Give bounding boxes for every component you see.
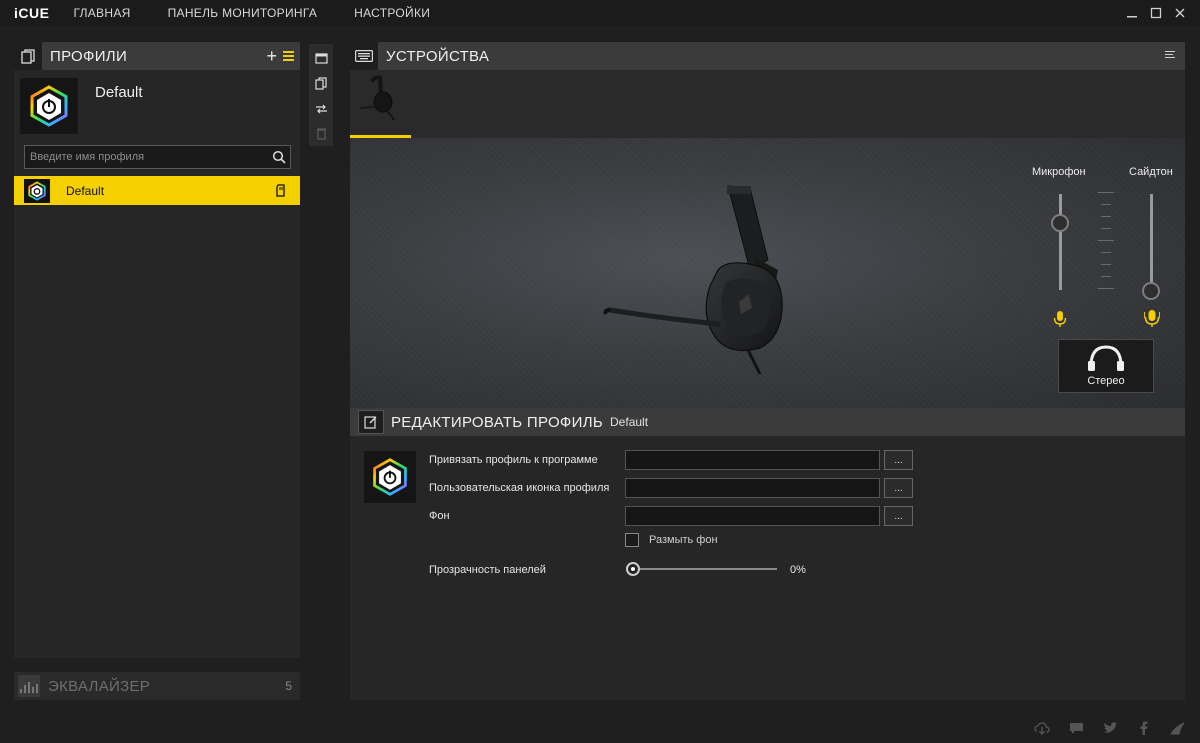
custom-icon-input[interactable] [625, 478, 880, 498]
blur-background-checkbox[interactable] [625, 533, 639, 547]
profile-tools [309, 44, 333, 146]
panel-opacity-track[interactable] [632, 568, 777, 570]
profiles-header: ПРОФИЛИ + [14, 42, 300, 70]
equalizer-icon [18, 675, 40, 697]
profiles-menu-icon[interactable] [283, 51, 294, 61]
devices-menu-icon[interactable] [1165, 51, 1175, 58]
corsair-icon[interactable] [1170, 720, 1186, 736]
devices-header: УСТРОЙСТВА [350, 42, 1185, 70]
edit-profile-body: Привязать профиль к программе ... Пользо… [350, 436, 1185, 700]
top-bar: iCUE ГЛАВНАЯ ПАНЕЛЬ МОНИТОРИНГА НАСТРОЙК… [0, 0, 1200, 26]
sidetone-microphone-icon[interactable] [1144, 308, 1160, 328]
panel-opacity-knob[interactable] [626, 562, 640, 576]
panel-opacity-label: Прозрачность панелей [429, 564, 546, 576]
background-label: Фон [429, 510, 450, 522]
profiles-panel: ПРОФИЛИ + Default Введите имя профиля De… [14, 42, 300, 658]
profile-search [24, 145, 291, 169]
current-profile-card: Default [20, 78, 300, 134]
profiles-actions: + [266, 42, 294, 70]
sidetone-slider-track[interactable] [1150, 194, 1153, 290]
new-window-icon[interactable] [313, 50, 329, 66]
device-tabs [350, 70, 1185, 138]
search-icon[interactable] [268, 146, 290, 168]
sidetone-slider-knob[interactable] [1142, 282, 1160, 300]
nav-dashboard[interactable]: ПАНЕЛЬ МОНИТОРИНГА [168, 6, 318, 20]
nav-settings[interactable]: НАСТРОЙКИ [354, 6, 430, 20]
profile-logo-icon [20, 78, 78, 134]
headset-thumbnail-icon [359, 75, 395, 121]
bind-program-input[interactable] [625, 450, 880, 470]
add-profile-button[interactable]: + [266, 46, 277, 67]
maximize-icon[interactable] [1144, 1, 1168, 25]
nav-home[interactable]: ГЛАВНАЯ [73, 6, 130, 20]
profiles-icon [14, 42, 42, 70]
bind-program-label: Привязать профиль к программе [429, 454, 598, 466]
mic-slider-track[interactable] [1059, 194, 1062, 290]
stereo-button[interactable]: Стерео [1058, 339, 1154, 393]
background-input[interactable] [625, 506, 880, 526]
chat-icon[interactable] [1068, 720, 1084, 736]
stereo-label: Стерео [1087, 375, 1125, 387]
panel-opacity-value: 0% [790, 564, 806, 576]
import-export-icon[interactable] [313, 100, 329, 116]
top-nav: ГЛАВНАЯ ПАНЕЛЬ МОНИТОРИНГА НАСТРОЙКИ [73, 6, 467, 20]
edit-profile-title: РЕДАКТИРОВАТЬ ПРОФИЛЬ [391, 413, 604, 431]
app-logo: iCUE [14, 5, 50, 21]
custom-icon-label: Пользовательская иконка профиля [429, 482, 610, 494]
devices-panel: УСТРОЙСТВА Микрофон Сайдтон Стерео РЕДАК… [350, 42, 1185, 700]
profile-icon-preview[interactable] [364, 451, 416, 503]
profile-search-input[interactable] [25, 151, 268, 163]
minimize-icon[interactable] [1120, 1, 1144, 25]
twitter-icon[interactable] [1102, 720, 1118, 736]
edit-profile-name: Default [610, 415, 649, 429]
profile-mini-logo-icon [24, 178, 50, 203]
headset-image [603, 185, 783, 375]
profile-list-item[interactable]: Default [14, 176, 300, 205]
copy-icon[interactable] [313, 75, 329, 91]
background-browse-button[interactable]: ... [884, 506, 913, 526]
equalizer-bar[interactable]: ЭКВАЛАЙЗЕР 5 [14, 672, 300, 700]
mic-slider-knob[interactable] [1051, 214, 1069, 232]
slider-ticks [1098, 192, 1114, 292]
profiles-title: ПРОФИЛИ [50, 47, 128, 65]
facebook-icon[interactable] [1136, 720, 1152, 736]
mic-label: Микрофон [1032, 166, 1086, 178]
bind-program-browse-button[interactable]: ... [884, 450, 913, 470]
equalizer-count: 5 [285, 679, 292, 693]
profile-list-item-label: Default [66, 183, 105, 198]
window-controls [1120, 0, 1192, 26]
profile-name: Default [95, 84, 143, 101]
custom-icon-browse-button[interactable]: ... [884, 478, 913, 498]
device-stage: Микрофон Сайдтон Стерео [350, 138, 1185, 408]
device-tab-headset[interactable] [350, 70, 411, 138]
close-icon[interactable] [1168, 1, 1192, 25]
footer-icons [1034, 720, 1186, 736]
equalizer-title: ЭКВАЛАЙЗЕР [48, 677, 151, 695]
edit-icon [358, 410, 384, 434]
devices-title: УСТРОЙСТВА [386, 47, 490, 65]
sd-card-icon [276, 184, 286, 202]
keyboard-icon [350, 42, 378, 70]
headphones-icon [1088, 345, 1124, 371]
microphone-icon[interactable] [1053, 310, 1067, 328]
download-icon[interactable] [1034, 720, 1050, 736]
edit-profile-header: РЕДАКТИРОВАТЬ ПРОФИЛЬ Default [350, 408, 1185, 436]
delete-icon[interactable] [313, 125, 329, 141]
sidetone-label: Сайдтон [1129, 166, 1173, 178]
blur-background-label: Размыть фон [649, 534, 718, 546]
